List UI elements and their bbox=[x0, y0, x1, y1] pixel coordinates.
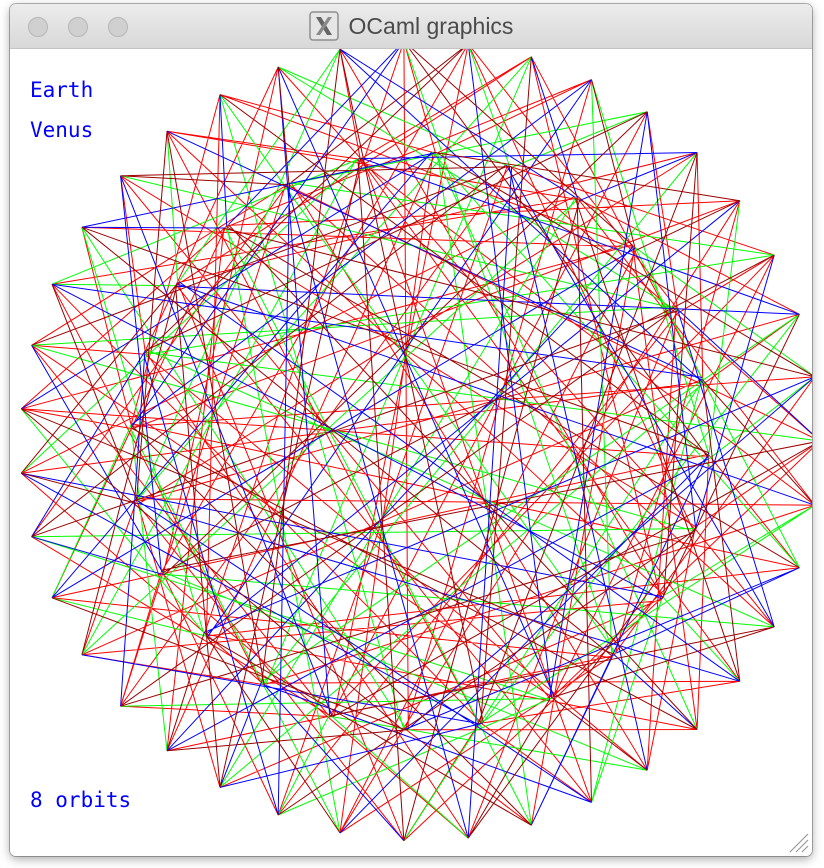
spirograph-drawing bbox=[20, 49, 812, 842]
label-earth: Earth bbox=[30, 78, 94, 102]
ocaml-graphics-window: OCaml graphics Earth Venus 8 orbits bbox=[10, 4, 812, 856]
title-bar[interactable]: OCaml graphics bbox=[10, 4, 812, 49]
label-orbit-count: 8 orbits bbox=[30, 788, 132, 812]
label-venus: Venus bbox=[30, 118, 94, 142]
graphics-canvas[interactable]: Earth Venus 8 orbits bbox=[10, 49, 812, 856]
x11-icon bbox=[308, 11, 339, 41]
title-group: OCaml graphics bbox=[10, 4, 812, 48]
resize-grip-icon[interactable] bbox=[784, 828, 810, 854]
window-title: OCaml graphics bbox=[348, 12, 514, 39]
